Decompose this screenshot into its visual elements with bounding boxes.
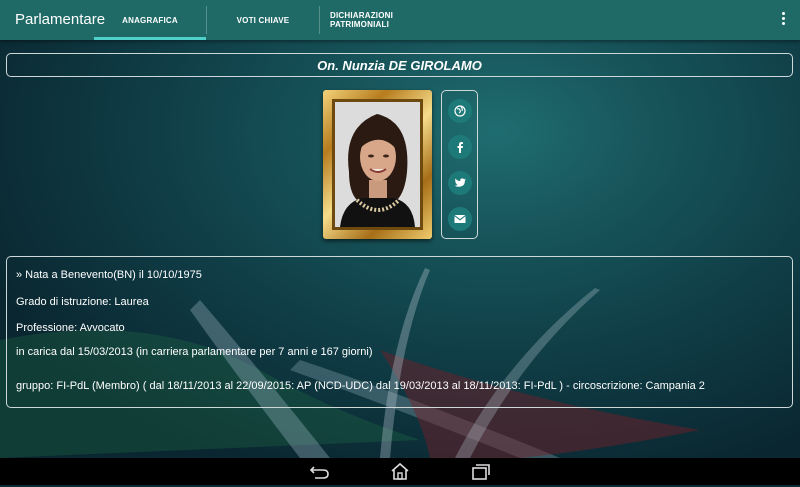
office-tenure-info: in carica dal 15/03/2013 (in carriera pa…	[16, 346, 373, 358]
education-info: Grado di istruzione: Laurea	[16, 296, 149, 308]
recent-apps-button[interactable]	[469, 462, 491, 482]
profession-info: Professione: Avvocato	[16, 322, 125, 334]
twitter-icon	[454, 178, 466, 187]
group-info: gruppo: FI-PdL (Membro) ( dal 18/11/2013…	[16, 380, 705, 392]
system-navigation-bar	[0, 458, 800, 485]
twitter-button[interactable]	[448, 171, 472, 195]
parliamentarian-name-banner: On. Nunzia DE GIROLAMO	[6, 53, 793, 77]
back-button[interactable]	[309, 462, 331, 482]
tab-label: DICHIARAZIONI PATRIMONIALI	[330, 11, 393, 29]
app-title: Parlamentare	[15, 11, 106, 28]
facebook-button[interactable]	[448, 135, 472, 159]
email-button[interactable]	[448, 207, 472, 231]
mail-icon	[454, 215, 466, 223]
overflow-menu-icon[interactable]	[780, 12, 786, 28]
contact-links-panel	[441, 90, 478, 239]
globe-icon	[454, 105, 466, 117]
tab-dichiarazioni-patrimoniali[interactable]: DICHIARAZIONI PATRIMONIALI	[320, 0, 432, 40]
tab-voti-chiave[interactable]: VOTI CHIAVE	[207, 0, 319, 40]
back-icon	[309, 466, 329, 479]
tab-anagrafica[interactable]: ANAGRAFICA	[94, 0, 206, 40]
tab-label: VOTI CHIAVE	[236, 15, 290, 25]
facebook-icon	[457, 142, 463, 153]
birth-info: » Nata a Benevento(BN) il 10/10/1975	[16, 269, 202, 281]
home-icon	[391, 462, 409, 480]
portrait-frame	[323, 90, 432, 239]
portrait-photo	[332, 99, 423, 230]
website-button[interactable]	[448, 99, 472, 123]
parliamentarian-name: On. Nunzia DE GIROLAMO	[317, 57, 482, 73]
biography-panel: » Nata a Benevento(BN) il 10/10/1975 Gra…	[6, 256, 793, 408]
recent-apps-icon	[472, 464, 490, 480]
app-bar: Parlamentare ANAGRAFICA VOTI CHIAVE DICH…	[0, 0, 800, 40]
tab-label: ANAGRAFICA	[122, 15, 178, 25]
home-button[interactable]	[389, 462, 411, 482]
tab-label-line1: DICHIARAZIONI	[330, 11, 394, 20]
tab-label-line2: PATRIMONIALI	[330, 20, 389, 29]
